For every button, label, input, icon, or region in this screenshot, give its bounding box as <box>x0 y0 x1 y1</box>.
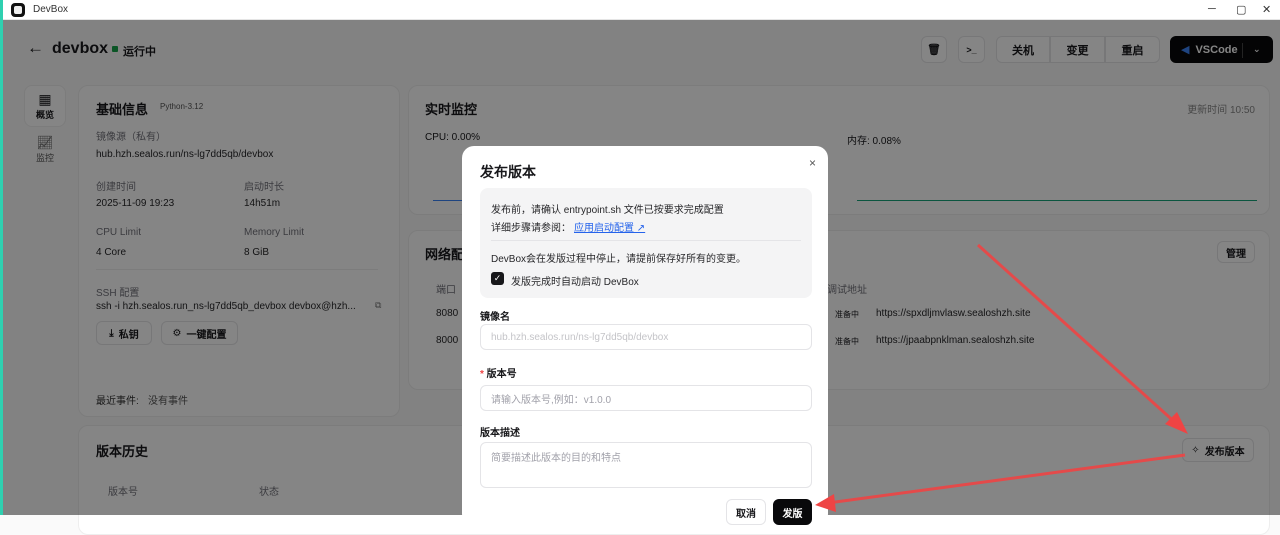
annotation-arrows <box>815 243 1188 512</box>
window-title: DevBox <box>33 4 69 15</box>
annotation-arrow-line <box>827 453 1186 505</box>
title-bar: DevBox ─ ▢ ✕ <box>0 0 1280 20</box>
close-window-button[interactable]: ✕ <box>1262 3 1271 16</box>
annotation-arrowhead <box>815 494 836 512</box>
annotation-arrow-line <box>976 243 1180 427</box>
app-logo-icon <box>11 2 25 17</box>
maximize-button[interactable]: ▢ <box>1236 3 1246 16</box>
minimize-button[interactable]: ─ <box>1208 3 1216 15</box>
window-edge <box>0 0 3 515</box>
